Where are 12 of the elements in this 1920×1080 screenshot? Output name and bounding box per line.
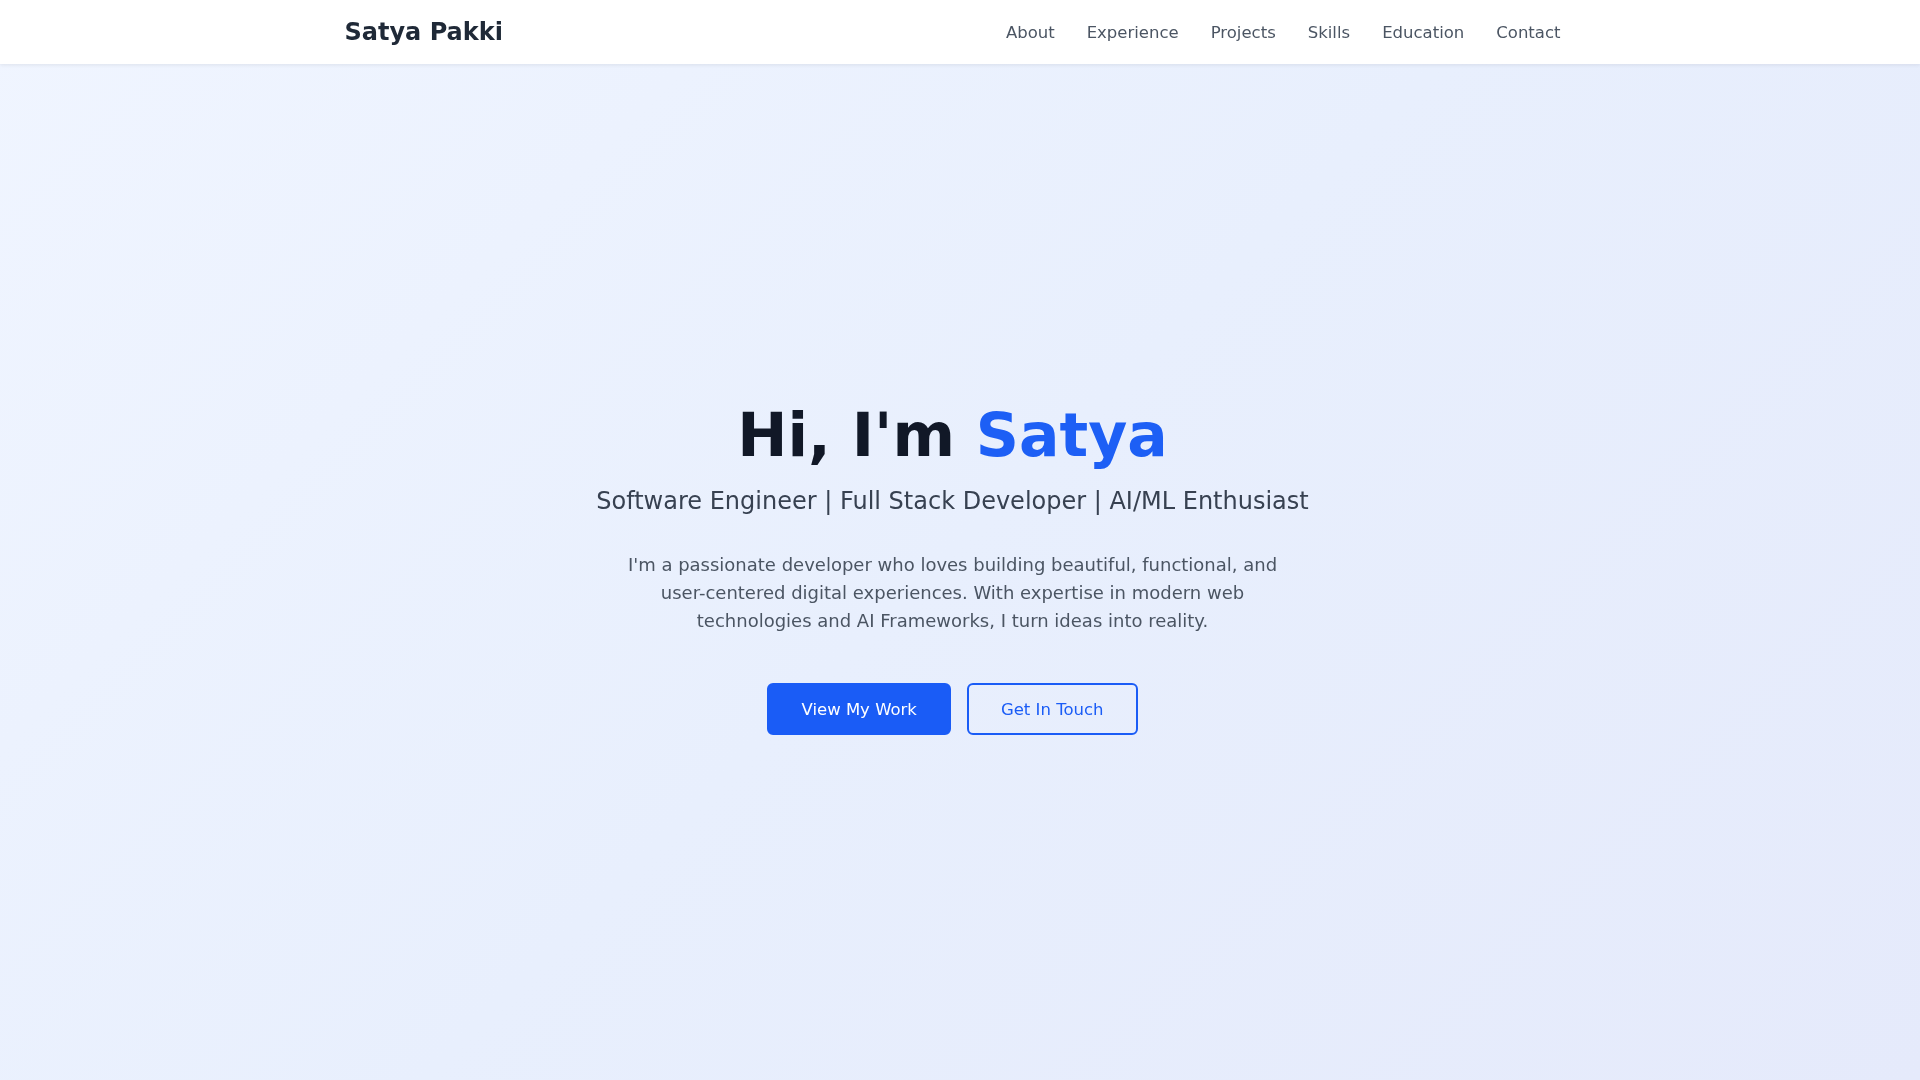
nav-link[interactable]: Education (1382, 22, 1465, 42)
nav-link[interactable]: Skills (1307, 22, 1351, 42)
view-work-button[interactable]: View My Work (767, 683, 951, 735)
nav-link[interactable]: Contact (1496, 22, 1561, 42)
site-logo-text[interactable]: Satya Pakki (344, 18, 503, 46)
nav-link[interactable]: Experience (1086, 22, 1179, 42)
get-in-touch-button[interactable]: Get In Touch (966, 683, 1138, 735)
nav-link[interactable]: About (1005, 22, 1055, 42)
hero-tagline: Software Engineer | Full Stack Developer | AI/ML Enthusiast (596, 487, 1309, 515)
hero-intro-paragraph: I'm a passionate developer who loves building beautiful, functional, and user-centered digital experiences. With expertise in modern web technologies and AI Frameworks, I turn ideas into reality. (626, 553, 1279, 633)
hero-heading: Hi, I'm Satya (737, 399, 1168, 471)
nav-link[interactable]: Projects (1210, 22, 1276, 42)
